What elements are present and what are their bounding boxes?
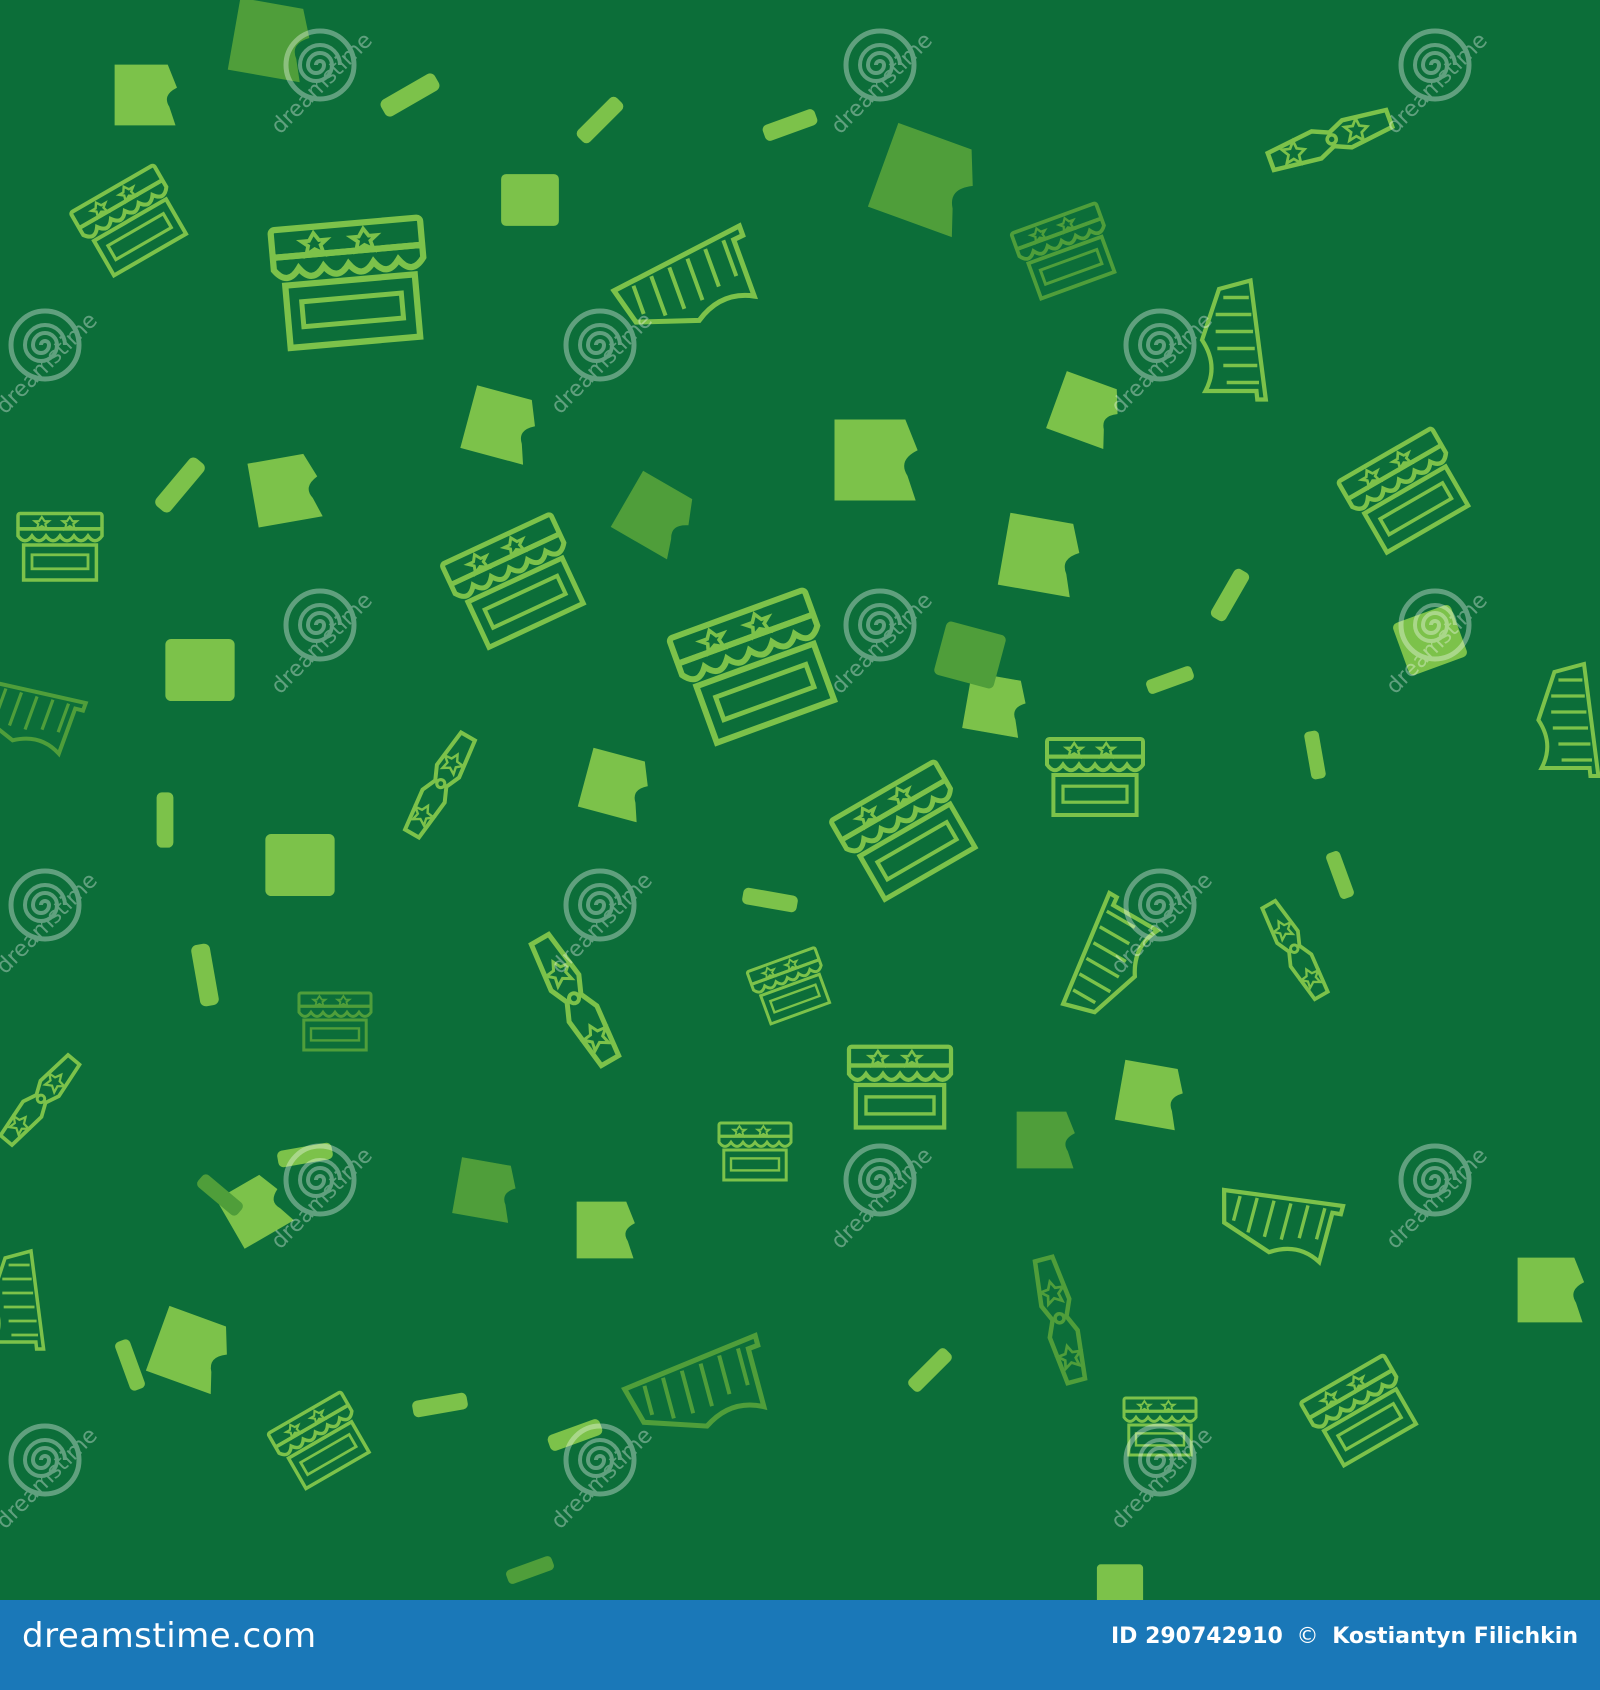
image-credit: ID 290742910 © Kostiantyn Filichkin [1111, 1624, 1578, 1649]
market-stall-icon [165, 638, 235, 702]
market-stall-icon [265, 833, 335, 897]
grand-piano-icon [1016, 1111, 1075, 1169]
id-value: 290742910 [1145, 1624, 1283, 1649]
grand-piano-icon [576, 1201, 635, 1259]
id-label: ID [1110, 1624, 1138, 1649]
copyright-icon: © [1296, 1624, 1319, 1649]
grand-piano-icon [834, 419, 918, 501]
author-name: Kostiantyn Filichkin [1332, 1624, 1578, 1649]
market-stall-icon [501, 174, 559, 226]
seamless-pattern: dreamstime dreamstime dreamstimedreamstime… [0, 0, 1600, 1600]
site-logo[interactable]: dreamstime.com [22, 1616, 317, 1656]
clothes-peg-icon [156, 792, 174, 848]
market-stall-icon [1096, 1564, 1144, 1600]
grand-piano-icon [114, 64, 177, 126]
stock-image: dreamstime dreamstime dreamstime dreamstime… [0, 0, 1600, 1690]
footer-bar: dreamstime.com ID 290742910 © Kostiantyn… [0, 1600, 1600, 1690]
grand-piano-icon [1517, 1257, 1584, 1323]
